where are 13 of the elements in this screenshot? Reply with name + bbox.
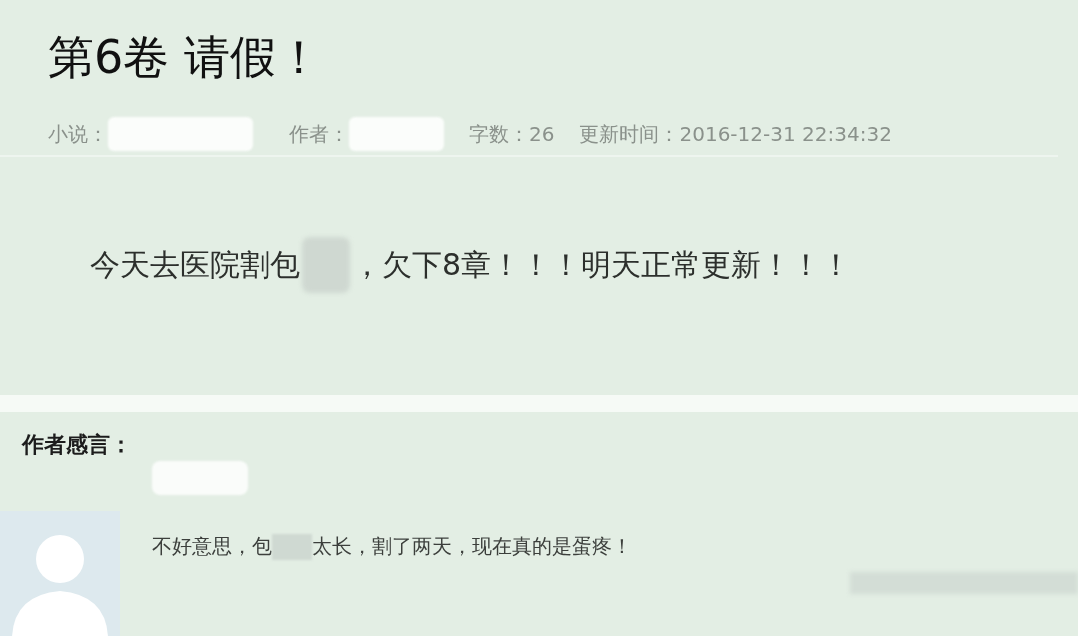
meta-label: 字数：: [469, 120, 529, 148]
meta-label: 小说：: [48, 120, 108, 148]
chapter-text: 今天去医院割包: [90, 245, 300, 284]
chapter-title: 第6卷 请假！: [48, 29, 323, 86]
avatar-silhouette-icon: [12, 535, 108, 636]
meta-value: 2016-12-31 22:34:32: [679, 122, 892, 146]
comment-text: 太长，割了两天，现在真的是蛋疼！: [312, 533, 632, 560]
meta-label: 更新时间：: [579, 120, 680, 148]
meta-value: 26: [529, 122, 555, 146]
comment-text: 不好意思，包: [152, 533, 272, 560]
chapter-text: ，欠下8章！！！明天正常更新！！！: [352, 245, 852, 284]
section-heading: 作者感言：: [20, 431, 133, 459]
meta-label: 作者：: [289, 120, 349, 148]
